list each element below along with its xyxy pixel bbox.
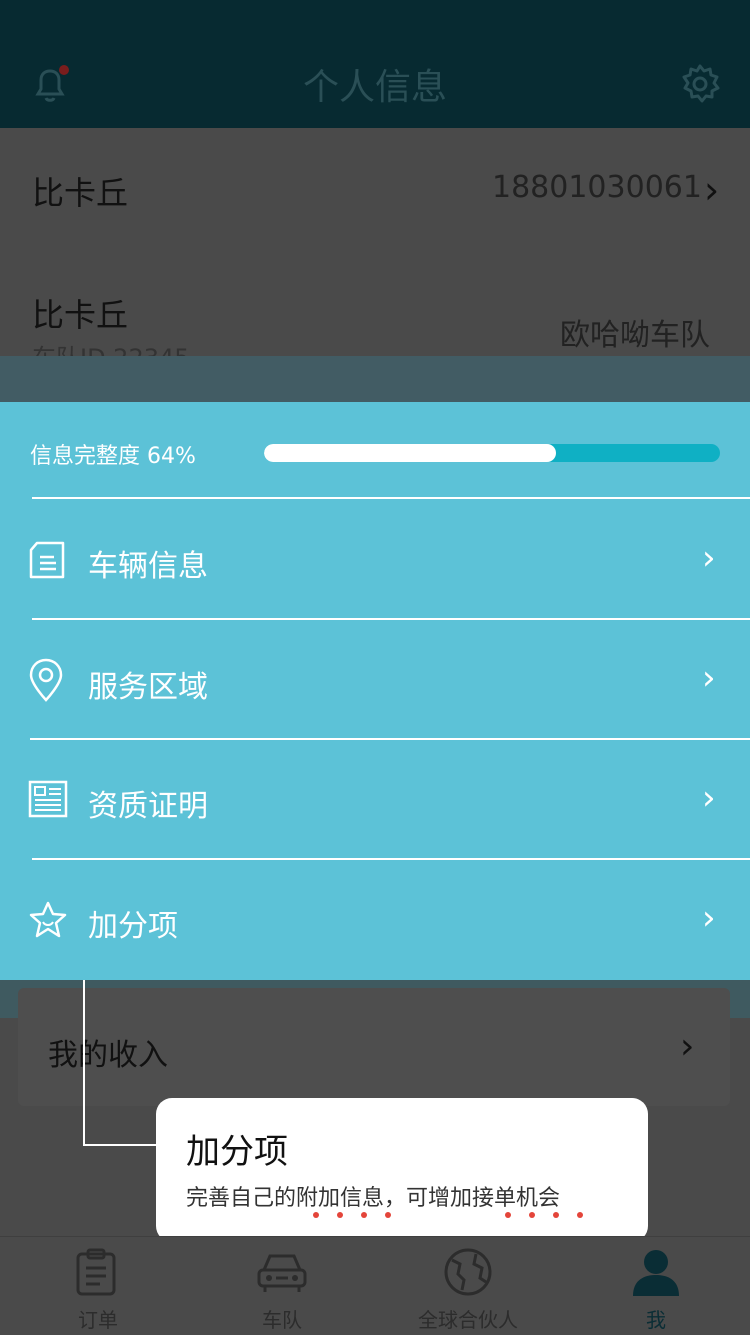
emphasis-dot — [337, 1212, 343, 1218]
chevron-right-icon: › — [702, 658, 716, 698]
emphasis-dot — [529, 1212, 535, 1218]
team-name: 欧哈呦车队 — [560, 318, 710, 353]
profile-phone: 18801030061 — [492, 170, 702, 205]
emphasis-dot — [385, 1212, 391, 1218]
income-label: 我的收入 — [48, 1038, 168, 1073]
completeness-progress-bar — [264, 444, 720, 462]
emphasis-dot — [505, 1212, 511, 1218]
chevron-right-icon: › — [702, 778, 716, 818]
star-icon — [29, 901, 67, 938]
globe-icon — [444, 1248, 492, 1296]
menu-item-label: 资质证明 — [88, 789, 208, 824]
chevron-right-icon: › — [680, 1026, 695, 1067]
emphasis-dot — [553, 1212, 559, 1218]
menu-item-label: 加分项 — [88, 909, 178, 944]
profile-name: 比卡丘 — [32, 174, 129, 212]
chevron-right-icon: › — [702, 538, 716, 578]
person-icon — [633, 1250, 679, 1296]
team-member-name: 比卡丘 — [32, 296, 129, 334]
clipboard-icon — [76, 1248, 116, 1296]
tab-label: 全球合伙人 — [418, 1308, 518, 1332]
location-pin-icon — [29, 658, 63, 702]
document-icon — [29, 541, 65, 579]
tooltip-title: 加分项 — [186, 1132, 288, 1172]
divider — [32, 497, 750, 499]
gear-icon[interactable] — [678, 62, 722, 106]
chevron-right-icon: › — [702, 898, 716, 938]
menu-item-label: 服务区域 — [88, 670, 208, 705]
emphasis-dot — [361, 1212, 367, 1218]
menu-item-label: 车辆信息 — [88, 549, 208, 584]
completeness-label: 信息完整度 64% — [30, 444, 196, 469]
page-title: 个人信息 — [302, 67, 447, 108]
overlay-band — [0, 356, 750, 402]
emphasis-dot — [577, 1212, 583, 1218]
tooltip-connector — [83, 980, 85, 1146]
emphasis-dot — [313, 1212, 319, 1218]
tab-label: 订单 — [78, 1308, 118, 1332]
car-icon — [257, 1254, 307, 1292]
tooltip-body: 完善自己的附加信息，可增加接单机会 — [186, 1186, 561, 1211]
tab-label: 我 — [646, 1308, 666, 1332]
tab-label: 车队 — [262, 1308, 302, 1332]
chevron-right-icon: › — [704, 168, 720, 212]
completeness-progress-fill — [264, 444, 556, 462]
certificate-icon — [28, 780, 68, 818]
tooltip-connector — [83, 1144, 157, 1146]
